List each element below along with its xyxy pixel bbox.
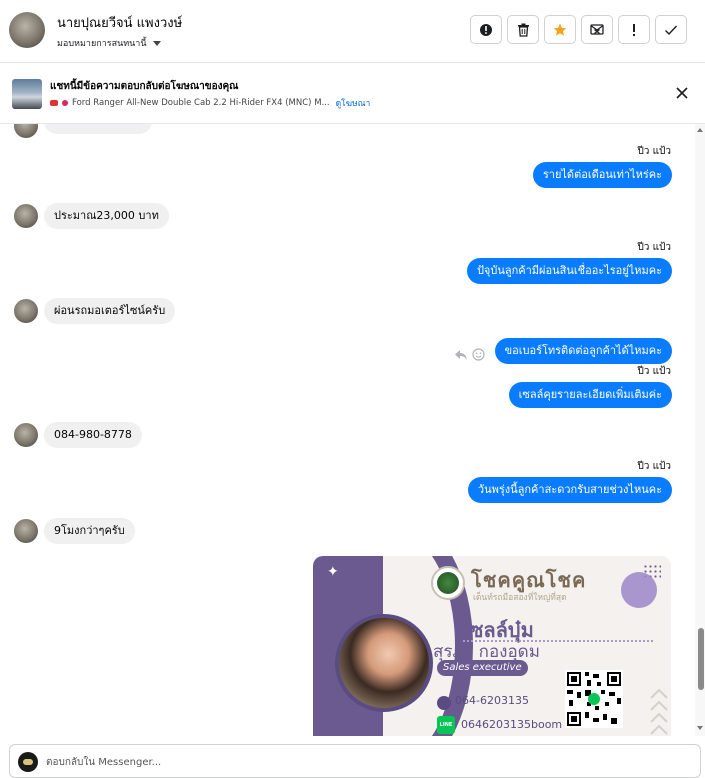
contact-avatar-small bbox=[14, 423, 38, 447]
incoming-message[interactable]: 9โมงกว่าๆครับ bbox=[44, 518, 135, 544]
scrollbar-thumb[interactable] bbox=[698, 628, 704, 690]
outgoing-message[interactable]: ขอเบอร์โทรติดต่อลูกค้าได้ไหมคะ bbox=[494, 338, 672, 364]
incoming-message[interactable]: 084-980-8778 bbox=[44, 422, 142, 448]
page-avatar bbox=[18, 752, 38, 772]
sender-name: ปีว แป้ว bbox=[637, 146, 671, 157]
incoming-message[interactable]: ผ่อนรถมอเตอร์ไซน์ครับ bbox=[44, 298, 176, 324]
sender-name: ปีว แป้ว bbox=[637, 461, 671, 472]
car-emoji-icon bbox=[50, 100, 58, 106]
contact-avatar-small bbox=[14, 204, 38, 228]
reply-input[interactable] bbox=[46, 751, 686, 773]
alert-circle-icon bbox=[480, 23, 492, 36]
conversation-header: นายปุณยวีจน์ แพงวงษ์ มอบหมายการสนทนานี้ bbox=[0, 0, 705, 63]
business-card-image[interactable]: ✦ โชคคูณโชค เต็นท์รถมือสองที่ใหญ่ที่สุด … bbox=[313, 556, 671, 736]
mark-done-button[interactable] bbox=[655, 15, 687, 44]
reply-icon[interactable] bbox=[454, 349, 468, 361]
ad-name: Ford Ranger All-New Double Cab 2.2 Hi-Ri… bbox=[72, 98, 330, 108]
scroll-down-arrow-icon[interactable] bbox=[697, 726, 703, 730]
trash-icon bbox=[517, 23, 529, 37]
salesperson-photo bbox=[335, 614, 433, 712]
sender-name: ปีว แป้ว bbox=[637, 242, 671, 253]
ad-reply-banner: แชทนี้มีข้อความตอบกลับต่อโฆษณาของคุณ For… bbox=[0, 64, 705, 124]
delete-button[interactable] bbox=[507, 15, 539, 44]
check-icon bbox=[665, 25, 678, 35]
contact-name[interactable]: นายปุณยวีจน์ แพงวงษ์ bbox=[57, 12, 182, 33]
message-actions bbox=[454, 348, 485, 361]
exclamation-icon bbox=[633, 23, 635, 36]
reply-composer bbox=[9, 744, 701, 778]
ad-banner-subtitle: Ford Ranger All-New Double Cab 2.2 Hi-Ri… bbox=[50, 96, 370, 110]
ad-banner-title: แชทนี้มีข้อความตอบกลับต่อโฆษณาของคุณ bbox=[50, 81, 239, 92]
flower-emoji-icon bbox=[62, 100, 68, 106]
mark-unread-button[interactable] bbox=[581, 15, 613, 44]
messenger-conversation: นายปุณยวีจน์ แพงวงษ์ มอบหมายการสนทนานี้ bbox=[0, 0, 705, 778]
view-ad-link[interactable]: ดูโฆษณา bbox=[336, 96, 371, 110]
qr-code bbox=[565, 670, 623, 728]
card-slogan: เต็นท์รถมือสองที่ใหญ่ที่สุด bbox=[473, 593, 567, 603]
outgoing-message[interactable]: วันพรุ่งนี้ลูกค้าสะดวกรับสายช่วงไหนคะ bbox=[467, 477, 672, 503]
outgoing-message[interactable]: ปัจุบันลูกค้ามีผ่อนสินเชื่ออะไรอยู่ไหมคะ bbox=[466, 258, 672, 284]
assign-label: มอบหมายการสนทนานี้ bbox=[57, 39, 147, 49]
card-decor-circle bbox=[621, 572, 657, 608]
report-spam-button[interactable] bbox=[470, 15, 502, 44]
incoming-message-row: ประมาณ23,000 บาท bbox=[14, 203, 169, 229]
card-phone: 064-6203135 bbox=[455, 694, 529, 707]
incoming-message[interactable]: ประมาณ23,000 บาท bbox=[44, 203, 169, 229]
contact-avatar-small bbox=[14, 124, 38, 138]
incoming-message-row: 9โมงกว่าๆครับ bbox=[14, 518, 135, 544]
outgoing-message[interactable]: เซลล์คุยรายละเอียดเพิ่มเติมค่ะ bbox=[508, 382, 672, 408]
phone-icon bbox=[437, 696, 451, 710]
chevron-down-icon bbox=[152, 40, 161, 46]
incoming-message-partial[interactable] bbox=[44, 124, 152, 134]
outgoing-message[interactable]: รายได้ต่อเดือนเท่าไหร่คะ bbox=[532, 162, 672, 188]
chevron-up-decor-icon bbox=[650, 688, 668, 735]
card-line-id: 0646203135boom bbox=[461, 718, 563, 731]
header-actions bbox=[470, 15, 687, 44]
emoji-reaction-icon[interactable] bbox=[472, 348, 485, 361]
contact-avatar-small bbox=[14, 519, 38, 543]
sender-name: ปีว แป้ว bbox=[637, 366, 671, 377]
ad-thumbnail[interactable] bbox=[12, 79, 42, 109]
star-button[interactable] bbox=[544, 15, 576, 44]
envelope-x-icon bbox=[590, 24, 604, 35]
dealer-logo bbox=[431, 566, 465, 600]
incoming-message-row: ผ่อนรถมอเตอร์ไซน์ครับ bbox=[14, 298, 176, 324]
flag-button[interactable] bbox=[618, 15, 650, 44]
message-list: ปีว แป้ว รายได้ต่อเดือนเท่าไหร่คะ ประมาณ… bbox=[0, 124, 705, 736]
scroll-up-arrow-icon[interactable] bbox=[697, 128, 703, 132]
sparkle-icon: ✦ bbox=[327, 564, 339, 580]
incoming-message-row: 084-980-8778 bbox=[14, 422, 142, 448]
contact-avatar[interactable] bbox=[9, 12, 45, 48]
close-icon[interactable] bbox=[675, 86, 689, 100]
line-app-icon: LINE bbox=[437, 716, 455, 734]
star-icon bbox=[553, 23, 567, 36]
assign-conversation-dropdown[interactable]: มอบหมายการสนทนานี้ bbox=[57, 36, 161, 50]
card-role-badge: Sales executive bbox=[437, 660, 528, 676]
contact-avatar-small bbox=[14, 299, 38, 323]
